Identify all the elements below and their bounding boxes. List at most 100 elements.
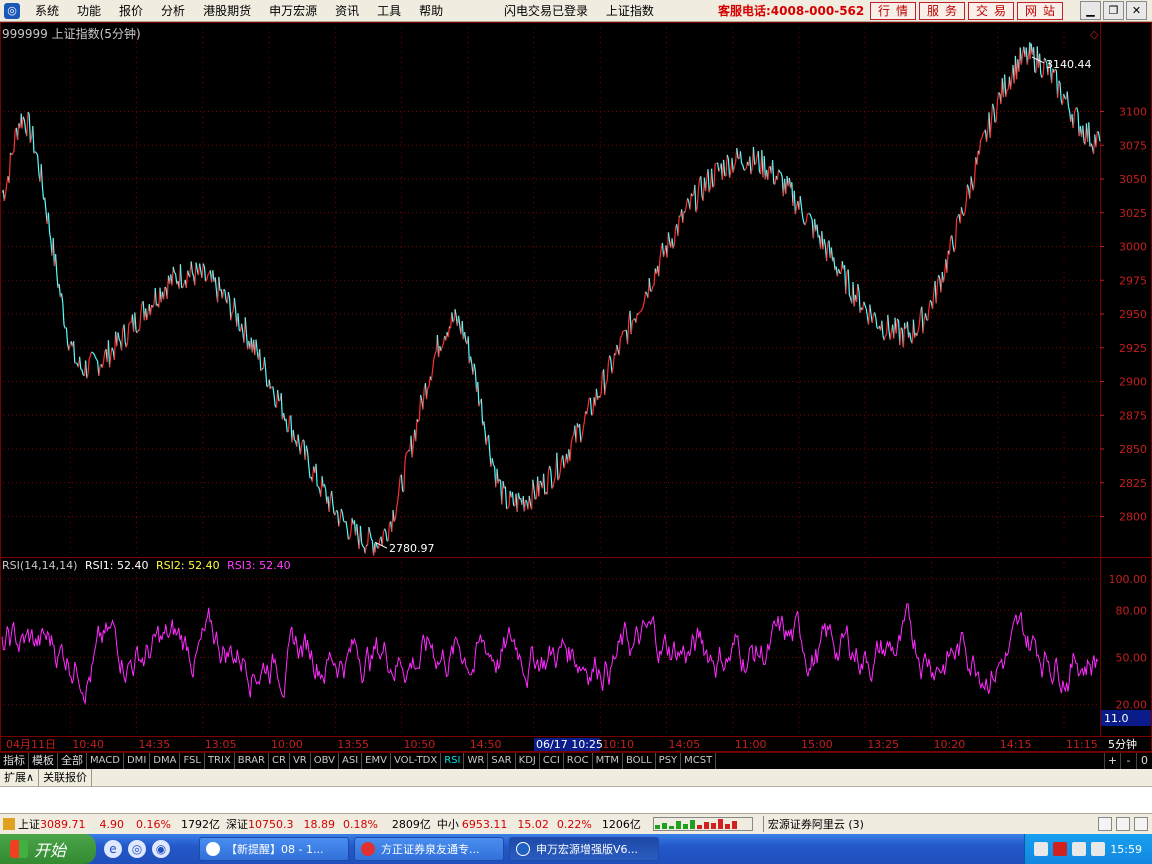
related-quote-tab[interactable]: 关联报价 [39, 768, 93, 787]
indicator-tab-dma[interactable]: DMA [150, 753, 181, 769]
menu-swhy[interactable]: 申万宏源 [260, 0, 326, 22]
indicator-tab-sar[interactable]: SAR [488, 753, 516, 769]
close-icon[interactable]: ✕ [1126, 1, 1147, 20]
task-swhy[interactable]: 申万宏源增强版V6... [509, 837, 659, 861]
price-segment [946, 250, 949, 273]
indicator-tab-mcst[interactable]: MCST [681, 753, 717, 769]
price-segment [689, 193, 692, 210]
lock-icon[interactable] [1134, 817, 1148, 831]
price-segment [705, 178, 708, 192]
price-segment [1088, 122, 1091, 147]
price-segment [231, 311, 234, 314]
menu-function[interactable]: 功能 [68, 0, 110, 22]
price-segment [496, 468, 499, 484]
price-segment [21, 116, 24, 129]
price-segment [691, 194, 695, 197]
price-segment [630, 320, 633, 335]
menu-analysis[interactable]: 分析 [152, 0, 194, 22]
menu-quote[interactable]: 报价 [110, 0, 152, 22]
indicator-tab-指标[interactable]: 指标 [0, 753, 29, 769]
indicator-tab-wr[interactable]: WR [464, 753, 489, 769]
indicator-tab-dmi[interactable]: DMI [124, 753, 151, 769]
price-segment [871, 315, 874, 323]
indicator-tab-psy[interactable]: PSY [656, 753, 682, 769]
price-segment [297, 434, 300, 445]
reset-tab-button[interactable]: 0 [1136, 753, 1152, 769]
rsi-tick-label: 50.00 [1116, 652, 1148, 665]
menu-system[interactable]: 系统 [26, 0, 68, 22]
kline-chart[interactable]: 3140.44 2780.97 3100 3075 3050 3025 3000 2975 2… [0, 22, 1152, 752]
price-segment [1020, 53, 1024, 65]
price-segment [480, 398, 484, 426]
indicator-tab-cr[interactable]: CR [269, 753, 290, 769]
indicator-tab-fsl[interactable]: FSL [180, 753, 205, 769]
indicator-tab-asi[interactable]: ASI [339, 753, 363, 769]
indicator-tab-cci[interactable]: CCI [540, 753, 564, 769]
ticker-zx[interactable]: 中小 6953.11 [437, 816, 508, 832]
media-icon[interactable]: ◎ [128, 840, 146, 858]
price-segment [394, 508, 398, 519]
price-segment [549, 465, 552, 472]
indicator-tab-obv[interactable]: OBV [311, 753, 339, 769]
chart-svg: 3140.44 2780.97 3100 3075 3050 3025 3000 2975 2… [0, 22, 1152, 752]
price-segment [308, 466, 311, 479]
price-segment [332, 503, 335, 514]
indicator-tab-emv[interactable]: EMV [362, 753, 391, 769]
tray-icon-2[interactable] [1053, 842, 1068, 856]
menu-tools[interactable]: 工具 [368, 0, 410, 22]
indicator-tab-boll[interactable]: BOLL [623, 753, 656, 769]
price-segment [125, 341, 129, 348]
trade-button[interactable]: 交易 [968, 2, 1014, 20]
ie-icon[interactable]: e [104, 840, 122, 858]
price-segment [237, 313, 240, 331]
indicator-tab-vol-tdx[interactable]: VOL-TDX [391, 753, 442, 769]
diamond-icon: ◇ [1090, 28, 1099, 41]
indicator-tab-vr[interactable]: VR [290, 753, 311, 769]
task-fangzheng[interactable]: 方正证券泉友通专... [354, 837, 504, 861]
indicator-tab-brar[interactable]: BRAR [235, 753, 269, 769]
indicator-tab-全部[interactable]: 全部 [58, 753, 87, 769]
login-status: 闪电交易已登录 [504, 4, 589, 18]
ticker-sh[interactable]: 上证3089.71 [18, 816, 86, 832]
price-segment [367, 527, 370, 546]
price-segment [874, 312, 877, 318]
remove-tab-button[interactable]: - [1120, 753, 1136, 769]
indicator-tab-roc[interactable]: ROC [564, 753, 593, 769]
indicator-tab-trix[interactable]: TRIX [205, 753, 235, 769]
app-logo-icon[interactable]: ◎ [4, 2, 20, 19]
service-button[interactable]: 服务 [919, 2, 965, 20]
tray-icon-4[interactable] [1091, 842, 1106, 856]
menu-hk-futures[interactable]: 港股期货 [194, 0, 260, 22]
tray-icon-3[interactable] [1072, 842, 1087, 856]
indicator-tab-kdj[interactable]: KDJ [516, 753, 540, 769]
website-button[interactable]: 网站 [1017, 2, 1063, 20]
restore-icon[interactable]: ❐ [1103, 1, 1124, 20]
price-tick-label: 3100 [1119, 106, 1147, 119]
volume-bar [696, 825, 702, 829]
expand-tab[interactable]: 扩展∧ [0, 768, 40, 787]
menu-help[interactable]: 帮助 [410, 0, 452, 22]
tray-icon-1[interactable] [1034, 842, 1049, 856]
browser-icon[interactable]: ◉ [152, 840, 170, 858]
signal-icon[interactable] [1116, 817, 1130, 831]
indicator-tab-rsi[interactable]: RSI [441, 753, 465, 769]
broker-server[interactable]: 宏源证券阿里云 (3) [762, 816, 864, 832]
indicator-tab-mtm[interactable]: MTM [593, 753, 623, 769]
price-segment [285, 418, 288, 433]
price-segment [621, 331, 624, 337]
start-button[interactable]: 开始 [0, 834, 96, 864]
task-label: 【新提醒】08 - 1... [226, 843, 324, 856]
price-segment [635, 313, 638, 323]
menu-info[interactable]: 资讯 [326, 0, 368, 22]
time-tick-label: 13:55 [337, 738, 369, 751]
time-tick-label: 15:00 [801, 738, 833, 751]
indicator-tab-macd[interactable]: MACD [87, 753, 124, 769]
price-segment [272, 386, 275, 395]
indicator-tab-模板[interactable]: 模板 [29, 753, 58, 769]
quote-button[interactable]: 行情 [870, 2, 916, 20]
minimize-icon[interactable]: ▁ [1080, 1, 1101, 20]
window-icon[interactable] [1098, 817, 1112, 831]
add-tab-button[interactable]: + [1104, 753, 1120, 769]
ticker-sz[interactable]: 深证10750.3 [226, 816, 294, 832]
task-browser[interactable]: 【新提醒】08 - 1... [199, 837, 349, 861]
